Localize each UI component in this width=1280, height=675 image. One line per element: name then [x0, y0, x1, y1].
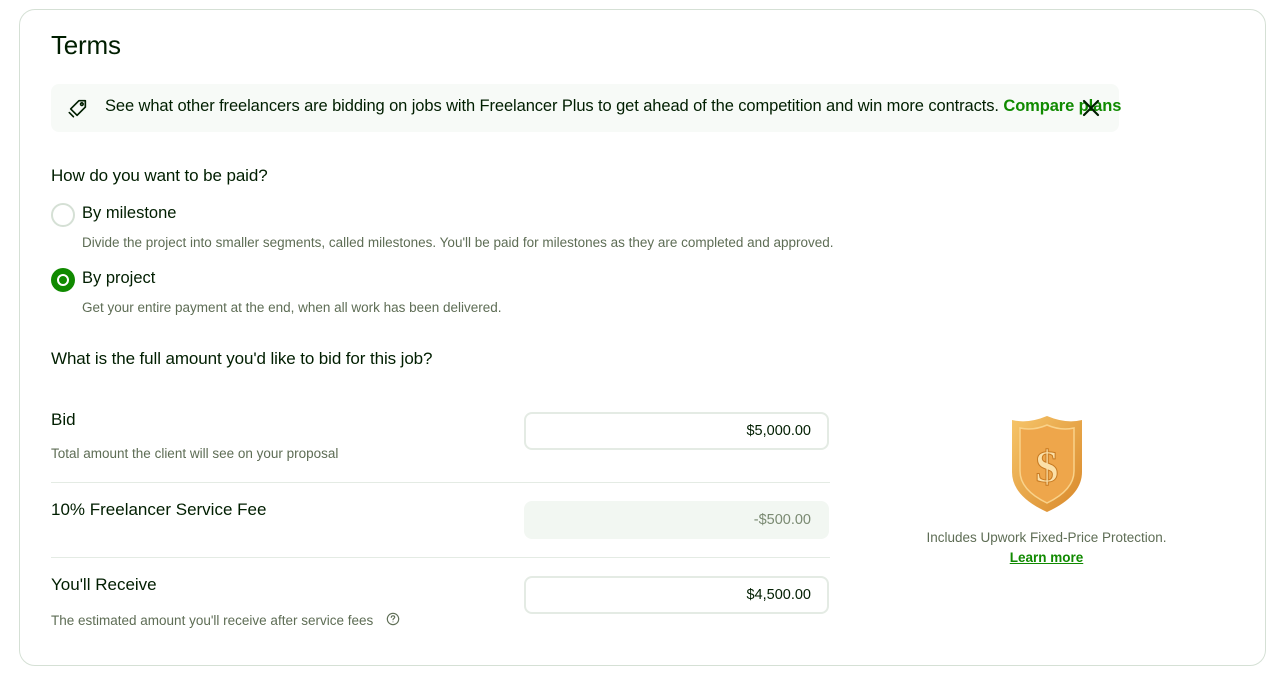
receive-label: You'll Receive — [51, 575, 157, 594]
receive-amount-input[interactable] — [524, 576, 829, 614]
divider — [51, 482, 830, 483]
option-desc-milestone: Divide the project into smaller segments… — [82, 235, 834, 250]
bid-sublabel: Total amount the client will see on your… — [51, 446, 339, 461]
option-desc-project: Get your entire payment at the end, when… — [82, 300, 502, 315]
divider — [51, 557, 830, 558]
receive-sublabel: The estimated amount you'll receive afte… — [51, 613, 374, 628]
radio-by-project[interactable] — [51, 268, 75, 292]
fee-label: 10% Freelancer Service Fee — [51, 500, 267, 519]
option-label-milestone: By milestone — [82, 204, 177, 222]
option-label-project: By project — [82, 269, 156, 287]
bid-question: What is the full amount you'd like to bi… — [51, 349, 433, 368]
dollar-shield-icon: $ — [1012, 416, 1082, 512]
bid-amount-input[interactable] — [524, 412, 829, 450]
bid-label: Bid — [51, 410, 76, 429]
tag-icon — [68, 99, 87, 118]
banner-text: See what other freelancers are bidding o… — [105, 97, 999, 115]
compare-plans-link[interactable]: Compare plans — [1003, 97, 1121, 115]
radio-by-milestone[interactable] — [51, 203, 75, 227]
section-title: Terms — [51, 30, 121, 60]
banner-message: See what other freelancers are bidding o… — [105, 97, 1121, 116]
svg-text:$: $ — [1036, 441, 1059, 492]
close-icon[interactable] — [1079, 96, 1103, 120]
payment-question: How do you want to be paid? — [51, 166, 268, 185]
protection-text: Includes Upwork Fixed-Price Protection. — [926, 530, 1167, 545]
service-fee-field — [524, 501, 829, 539]
upsell-banner: See what other freelancers are bidding o… — [51, 84, 1121, 132]
learn-more-link[interactable]: Learn more — [900, 550, 1193, 565]
question-circle-icon[interactable] — [386, 612, 400, 626]
